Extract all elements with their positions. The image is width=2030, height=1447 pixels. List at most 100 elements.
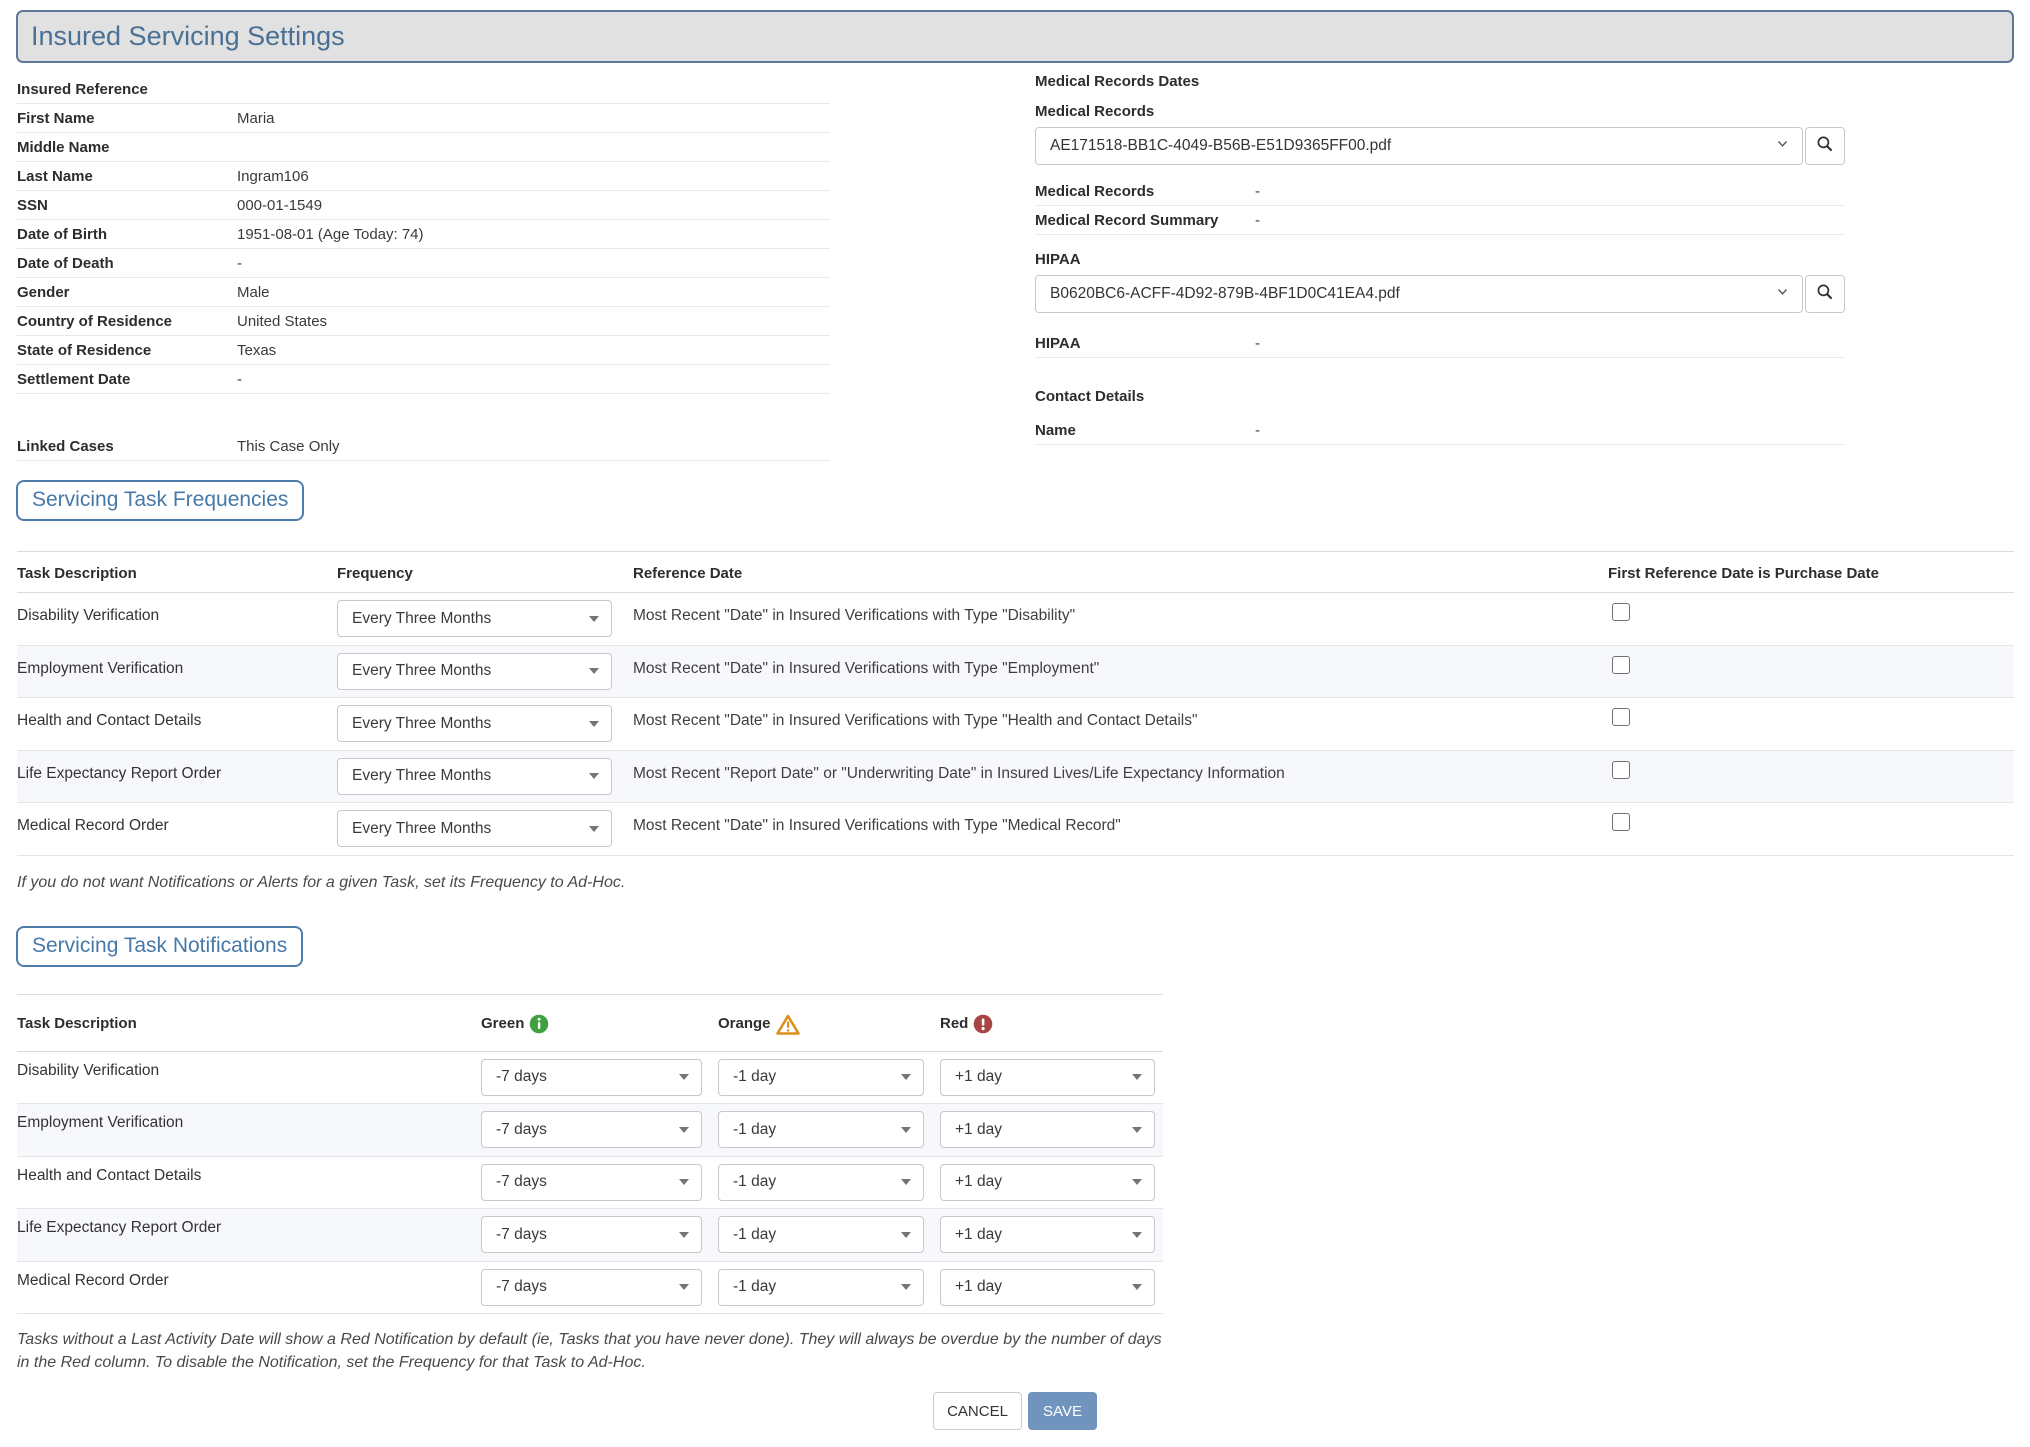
red-threshold-dropdown[interactable]: +1 day <box>940 1111 1155 1148</box>
medical-records-file-select[interactable]: AE171518-BB1C-4049-B56B-E51D9365FF00.pdf <box>1035 127 1803 165</box>
green-threshold-dropdown[interactable]: -7 days <box>481 1269 702 1306</box>
column-header-reference-date: Reference Date <box>633 552 1608 592</box>
red-threshold-dropdown[interactable]: +1 day <box>940 1164 1155 1201</box>
field-row-name: Name - <box>1035 416 1845 445</box>
red-value: +1 day <box>955 1226 1132 1244</box>
first-reference-checkbox[interactable] <box>1612 656 1630 674</box>
hipaa-search-button[interactable] <box>1805 275 1845 313</box>
column-header-task-description: Task Description <box>17 1014 137 1034</box>
field-label: State of Residence <box>17 336 237 364</box>
table-row: Health and Contact Details -7 days -1 da… <box>17 1157 1163 1210</box>
caret-down-icon <box>901 1179 911 1185</box>
field-value: 1951-08-01 (Age Today: 74) <box>237 220 424 248</box>
field-value: - <box>237 249 242 277</box>
alert-icon <box>973 1014 993 1038</box>
green-value: -7 days <box>496 1068 679 1086</box>
table-row: Disability Verification -7 days -1 day +… <box>17 1052 1163 1105</box>
green-threshold-dropdown[interactable]: -7 days <box>481 1216 702 1253</box>
orange-threshold-dropdown[interactable]: -1 day <box>718 1269 924 1306</box>
reference-date-text: Most Recent "Date" in Insured Verificati… <box>633 698 1608 750</box>
red-threshold-dropdown[interactable]: +1 day <box>940 1059 1155 1096</box>
orange-value: -1 day <box>733 1173 901 1191</box>
cancel-button[interactable]: CANCEL <box>933 1392 1022 1430</box>
frequency-dropdown[interactable]: Every Three Months <box>337 600 612 637</box>
medical-records-picker: AE171518-BB1C-4049-B56B-E51D9365FF00.pdf <box>1035 127 1845 165</box>
reference-date-text: Most Recent "Date" in Insured Verificati… <box>633 593 1608 645</box>
table-row: Life Expectancy Report Order -7 days -1 … <box>17 1209 1163 1262</box>
task-description: Medical Record Order <box>17 1262 481 1314</box>
frequency-dropdown[interactable]: Every Three Months <box>337 758 612 795</box>
caret-down-icon <box>901 1074 911 1080</box>
orange-value: -1 day <box>733 1068 901 1086</box>
first-reference-checkbox[interactable] <box>1612 761 1630 779</box>
caret-down-icon <box>1132 1179 1142 1185</box>
field-value: Texas <box>237 336 276 364</box>
hipaa-picker-label: HIPAA <box>1035 249 1845 271</box>
field-label: Last Name <box>17 162 237 190</box>
first-reference-checkbox[interactable] <box>1612 708 1630 726</box>
search-icon <box>1816 283 1834 306</box>
field-value: Male <box>237 278 270 306</box>
caret-down-icon <box>679 1284 689 1290</box>
insured-reference-heading: Insured Reference <box>17 75 237 103</box>
contact-details-heading: Contact Details <box>1035 386 1845 408</box>
orange-threshold-dropdown[interactable]: -1 day <box>718 1111 924 1148</box>
red-threshold-dropdown[interactable]: +1 day <box>940 1269 1155 1306</box>
medical-records-search-button[interactable] <box>1805 127 1845 165</box>
first-reference-checkbox[interactable] <box>1612 603 1630 621</box>
field-row-settlement-date: Settlement Date - <box>17 365 830 394</box>
table-row: Employment Verification -7 days -1 day +… <box>17 1104 1163 1157</box>
frequency-dropdown[interactable]: Every Three Months <box>337 705 612 742</box>
table-row: Employment Verification Every Three Mont… <box>17 646 2014 699</box>
save-button[interactable]: SAVE <box>1028 1392 1097 1430</box>
frequency-value: Every Three Months <box>352 767 589 785</box>
orange-value: -1 day <box>733 1121 901 1139</box>
table-row: Medical Record Order Every Three Months … <box>17 803 2014 856</box>
green-threshold-dropdown[interactable]: -7 days <box>481 1164 702 1201</box>
frequency-dropdown[interactable]: Every Three Months <box>337 653 612 690</box>
caret-down-icon <box>901 1232 911 1238</box>
field-row-state: State of Residence Texas <box>17 336 830 365</box>
red-threshold-dropdown[interactable]: +1 day <box>940 1216 1155 1253</box>
field-label: Settlement Date <box>17 365 237 393</box>
green-threshold-dropdown[interactable]: -7 days <box>481 1059 702 1096</box>
medical-records-picker-label: Medical Records <box>1035 101 1845 123</box>
field-label: HIPAA <box>1035 329 1255 357</box>
first-reference-checkbox[interactable] <box>1612 813 1630 831</box>
field-row-date-of-birth: Date of Birth 1951-08-01 (Age Today: 74) <box>17 220 830 249</box>
field-row-middle-name: Middle Name <box>17 133 830 162</box>
field-value: - <box>237 365 242 393</box>
task-description: Disability Verification <box>17 593 337 645</box>
frequency-value: Every Three Months <box>352 662 589 680</box>
table-header-row: Task Description Green Orange Red <box>17 994 1163 1052</box>
column-header-green: Green <box>481 1014 524 1034</box>
orange-threshold-dropdown[interactable]: -1 day <box>718 1216 924 1253</box>
column-header-orange: Orange <box>718 1014 771 1034</box>
insured-reference-panel: Insured Reference First Name Maria Middl… <box>17 75 830 461</box>
field-label: Linked Cases <box>17 432 237 460</box>
green-threshold-dropdown[interactable]: -7 days <box>481 1111 702 1148</box>
hipaa-file-select[interactable]: B0620BC6-ACFF-4D92-879B-4BF1D0C41EA4.pdf <box>1035 275 1803 313</box>
caret-down-icon <box>589 773 599 779</box>
caret-down-icon <box>1132 1284 1142 1290</box>
field-value: - <box>1255 177 1260 205</box>
task-description: Employment Verification <box>17 1104 481 1156</box>
column-header-red: Red <box>940 1014 968 1034</box>
servicing-task-notifications-heading: Servicing Task Notifications <box>16 926 303 967</box>
field-label: Middle Name <box>17 133 237 161</box>
frequency-value: Every Three Months <box>352 715 589 733</box>
task-notifications-table: Task Description Green Orange Red Disabi… <box>17 994 1163 1315</box>
field-row-first-name: First Name Maria <box>17 104 830 133</box>
caret-down-icon <box>589 826 599 832</box>
field-value: United States <box>237 307 327 335</box>
frequency-value: Every Three Months <box>352 610 589 628</box>
caret-down-icon <box>1132 1232 1142 1238</box>
task-description: Health and Contact Details <box>17 698 337 750</box>
frequency-dropdown[interactable]: Every Three Months <box>337 810 612 847</box>
medical-records-panel: Medical Records Dates Medical Records AE… <box>1035 71 1845 445</box>
orange-value: -1 day <box>733 1278 901 1296</box>
table-header-row: Task Description Frequency Reference Dat… <box>17 551 2014 593</box>
orange-threshold-dropdown[interactable]: -1 day <box>718 1164 924 1201</box>
caret-down-icon <box>901 1127 911 1133</box>
orange-threshold-dropdown[interactable]: -1 day <box>718 1059 924 1096</box>
